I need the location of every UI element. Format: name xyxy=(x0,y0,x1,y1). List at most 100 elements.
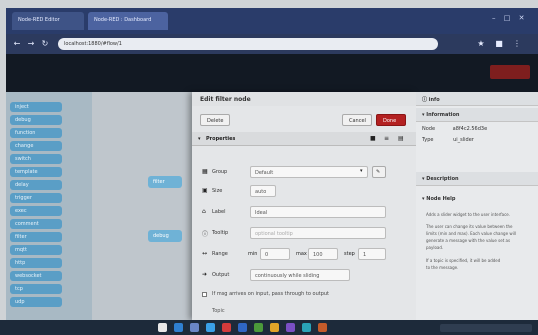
min-label: min xyxy=(248,251,258,257)
info-key: Node xyxy=(422,126,436,132)
app-icon[interactable] xyxy=(286,323,295,332)
palette-node[interactable]: delay xyxy=(10,180,62,190)
forward-icon[interactable]: → xyxy=(26,39,36,49)
tray-title: Edit filter node xyxy=(192,92,416,106)
step-input[interactable]: 1 xyxy=(358,248,386,260)
palette-node[interactable]: function xyxy=(10,128,62,138)
address-bar[interactable]: localhost:1880/#flow/1 xyxy=(58,38,438,50)
palette-node[interactable]: change xyxy=(10,141,62,151)
deploy-button[interactable] xyxy=(490,65,530,79)
tooltip-input[interactable]: optional tooltip xyxy=(250,227,386,239)
app-icon[interactable] xyxy=(254,323,263,332)
flow-workspace[interactable]: filter debug xyxy=(92,92,192,320)
palette-node[interactable]: exec xyxy=(10,206,62,216)
close-icon[interactable]: ✕ xyxy=(519,14,525,22)
help-text: to the message. xyxy=(426,265,459,270)
menu-icon[interactable]: ⋮ xyxy=(512,39,522,49)
node-palette: inject debug function change switch temp… xyxy=(6,92,92,320)
information-header[interactable]: ▾ Information xyxy=(416,108,538,122)
node-help-header-label: Node Help xyxy=(426,196,456,202)
size-icon: ▣ xyxy=(202,187,208,194)
system-tray[interactable] xyxy=(440,324,532,332)
flow-node[interactable]: filter xyxy=(148,176,182,188)
flow-node[interactable]: debug xyxy=(148,230,182,242)
palette-node[interactable]: comment xyxy=(10,219,62,229)
palette-node[interactable]: inject xyxy=(10,102,62,112)
properties-label: Properties xyxy=(206,136,236,142)
palette-node[interactable]: debug xyxy=(10,115,62,125)
back-icon[interactable]: ← xyxy=(12,39,22,49)
description-header-label: Description xyxy=(426,176,459,182)
description-header[interactable]: ▾ Description xyxy=(416,172,538,186)
cancel-button[interactable]: Cancel xyxy=(342,114,372,126)
info-value: a8f4c2.56d3e xyxy=(452,126,488,132)
app-icon[interactable] xyxy=(222,323,231,332)
app-header xyxy=(6,54,538,92)
browser-tab[interactable]: Node-RED Editor xyxy=(12,12,84,30)
edit-group-button[interactable]: ✎ xyxy=(372,166,386,178)
minimize-icon[interactable]: – xyxy=(492,14,496,22)
properties-bar: ▾ Properties ■ ≡ ▤ xyxy=(192,132,416,146)
info-value: ui_slider xyxy=(453,137,474,143)
palette-node[interactable]: trigger xyxy=(10,193,62,203)
help-text: The user can change its value between th… xyxy=(426,224,513,229)
label-input[interactable]: Ideal xyxy=(250,206,386,218)
output-select[interactable]: continuously while sliding xyxy=(250,269,350,281)
extension-icon[interactable]: ■ xyxy=(494,39,504,49)
chevron-down-icon: ▾ xyxy=(360,168,363,174)
info-row: Type ui_slider xyxy=(422,137,534,146)
search-icon[interactable] xyxy=(174,323,183,332)
palette-node[interactable]: filter xyxy=(10,232,62,242)
app-icon[interactable] xyxy=(238,323,247,332)
browser-tab[interactable]: Node-RED : Dashboard xyxy=(88,12,168,30)
size-button[interactable]: auto xyxy=(250,185,276,197)
appearance-icon[interactable]: ▤ xyxy=(398,135,404,142)
delete-button[interactable]: Delete xyxy=(200,114,230,126)
star-icon[interactable]: ★ xyxy=(476,39,486,49)
palette-node[interactable]: mqtt xyxy=(10,245,62,255)
palette-node[interactable]: switch xyxy=(10,154,62,164)
info-icon: ⓘ xyxy=(202,231,209,238)
passthrough-text: If msg arrives on input, pass through to… xyxy=(212,291,329,297)
browser-tab-strip: Node-RED Editor Node-RED : Dashboard – □… xyxy=(6,8,538,34)
palette-node[interactable]: http xyxy=(10,258,62,268)
help-text: payload. xyxy=(426,245,444,250)
folder-icon[interactable] xyxy=(270,323,279,332)
done-button[interactable]: Done xyxy=(376,114,406,126)
passthrough-checkbox[interactable] xyxy=(202,292,207,297)
browser-icon[interactable] xyxy=(206,323,215,332)
app-icon[interactable] xyxy=(302,323,311,332)
max-label: max xyxy=(296,251,307,257)
help-text: generate a message with the value set as xyxy=(426,238,511,243)
node-help-header[interactable]: ▾ Node Help xyxy=(416,192,538,206)
palette-node[interactable]: template xyxy=(10,167,62,177)
range-icon: ↔ xyxy=(202,250,208,257)
maximize-icon[interactable]: □ xyxy=(504,14,511,22)
help-text: If a topic is specified, it will be adde… xyxy=(426,258,501,263)
palette-node[interactable]: websocket xyxy=(10,271,62,281)
description-icon[interactable]: ≡ xyxy=(384,135,389,142)
edit-node-tray: Edit filter node Delete Cancel Done ▾ Pr… xyxy=(192,92,416,320)
min-input[interactable]: 0 xyxy=(260,248,290,260)
sidebar-tab-info[interactable]: ⓘ info xyxy=(416,92,538,106)
group-select[interactable]: Default xyxy=(250,166,368,178)
browser-toolbar: ← → ↻ localhost:1880/#flow/1 ★ ■ ⋮ xyxy=(6,34,538,54)
palette-node[interactable]: tcp xyxy=(10,284,62,294)
step-label: step xyxy=(344,251,355,257)
pencil-icon: ✎ xyxy=(376,169,381,175)
window-controls[interactable]: – □ ✕ xyxy=(492,14,532,26)
app-icon[interactable] xyxy=(318,323,327,332)
palette-node[interactable]: udp xyxy=(10,297,62,307)
table-icon: ▦ xyxy=(202,168,208,175)
start-icon[interactable] xyxy=(158,323,167,332)
info-icon: ⓘ xyxy=(422,97,429,103)
settings-icon[interactable]: ■ xyxy=(370,135,376,142)
caret-down-icon: ▾ xyxy=(198,136,201,142)
info-row: Node a8f4c2.56d3e xyxy=(422,126,534,135)
reload-icon[interactable]: ↻ xyxy=(40,39,50,49)
task-view-icon[interactable] xyxy=(190,323,199,332)
help-text: Adds a slider widget to the user interfa… xyxy=(426,212,511,217)
os-taskbar xyxy=(0,320,538,335)
sidebar: ⓘ info ▾ Information Node a8f4c2.56d3e T… xyxy=(416,92,538,320)
max-input[interactable]: 100 xyxy=(308,248,338,260)
